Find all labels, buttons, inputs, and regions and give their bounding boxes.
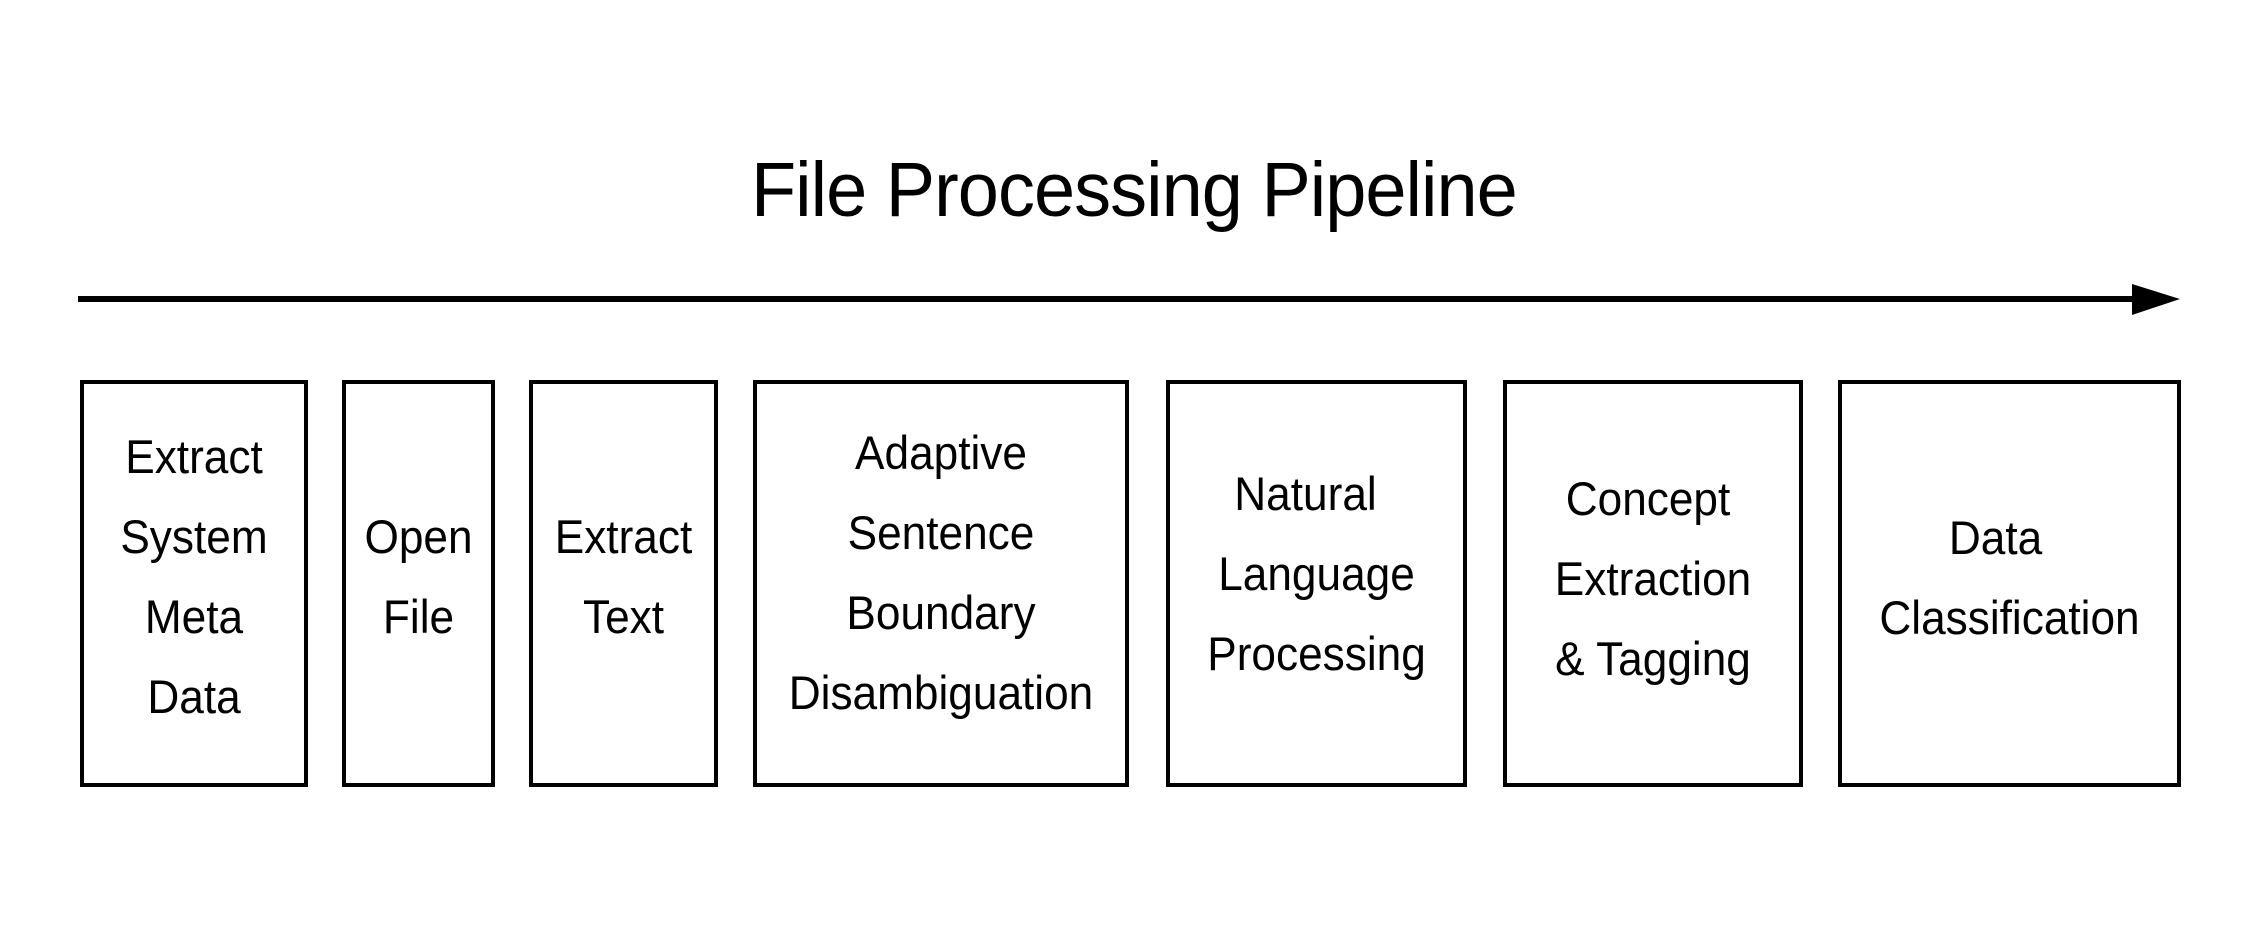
stage-label-line: Meta [144, 590, 244, 643]
stage-label-line: System [120, 510, 268, 563]
stage-label: Extract System Meta Data [84, 417, 304, 737]
stage-nlp: Natural Language Processing [1166, 380, 1467, 787]
stage-label-line: Open [364, 510, 473, 563]
stage-data-classification: Data Classification [1838, 380, 2181, 787]
stage-label-line: Sentence [847, 506, 1035, 559]
arrow-head-icon [2132, 284, 2180, 315]
stage-extract-metadata: Extract System Meta Data [80, 380, 308, 787]
stage-label-line: Data [147, 670, 241, 723]
stage-label-line: Processing [1207, 627, 1426, 680]
stage-extract-text: Extract Text [529, 380, 718, 787]
stage-label-line: & Tagging [1555, 632, 1751, 685]
stage-label-line: Extraction [1554, 552, 1752, 605]
stage-label-line: Natural [1234, 467, 1377, 520]
stage-label-line: Classification [1879, 591, 2140, 644]
stage-label: Natural Language Processing [1170, 454, 1463, 694]
stage-label: Open File [346, 497, 491, 657]
stage-label: Data Classification [1842, 498, 2177, 658]
stage-label-line: Extract [125, 430, 263, 483]
stage-sentence-boundary: Adaptive Sentence Boundary Disambiguatio… [753, 380, 1129, 787]
stage-label-line: Disambiguation [788, 666, 1094, 719]
stage-label-line: File [382, 590, 455, 643]
stage-label-line: Language [1218, 547, 1415, 600]
stage-label-line: Boundary [846, 586, 1036, 639]
stage-label-line: Concept [1565, 472, 1731, 525]
stage-label-line: Text [582, 590, 665, 643]
stage-label: Extract Text [533, 497, 714, 657]
stage-label-line: Data [1948, 511, 2043, 564]
stage-open-file: Open File [342, 380, 495, 787]
stage-concept-extraction: Concept Extraction & Tagging [1503, 380, 1803, 787]
stage-label-line: Extract [554, 510, 693, 563]
stage-label: Adaptive Sentence Boundary Disambiguatio… [757, 413, 1125, 733]
stage-label-line: Adaptive [855, 426, 1027, 479]
stage-label: Concept Extraction & Tagging [1507, 459, 1799, 699]
